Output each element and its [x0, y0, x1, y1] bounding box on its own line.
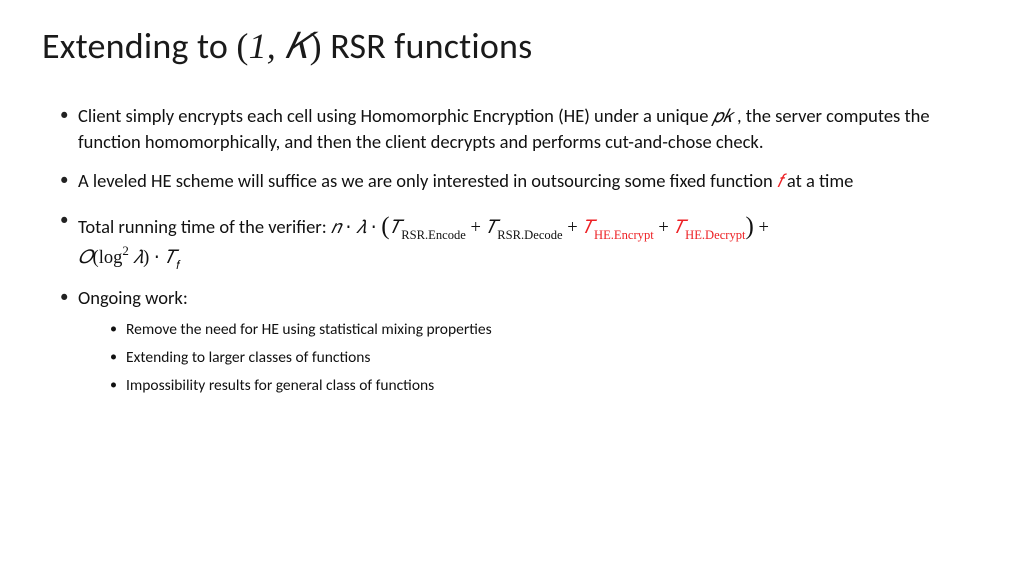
sub-bullet-item: Impossibility results for general class … — [110, 375, 982, 397]
bullet-text: Total running time of the verifier: — [78, 215, 331, 238]
sub-bullet-text: Remove the need for HE using statistical… — [126, 320, 492, 339]
math-T-red: 𝑇 — [582, 218, 594, 238]
paren-close: ) — [746, 213, 754, 240]
bullet-item: Ongoing work: Remove the need for HE usi… — [60, 286, 982, 396]
math-plus: + — [466, 218, 486, 238]
math-plus: + — [563, 218, 583, 238]
title-paren-open: ( — [236, 26, 248, 66]
math-sub: RSR.Encode — [401, 228, 466, 242]
sub-bullet-item: Remove the need for HE using statistical… — [110, 319, 982, 341]
bullet-text: Ongoing work: — [78, 286, 188, 309]
math-sub-red: HE.Decrypt — [685, 228, 745, 242]
math-dot: ⋅ — [149, 248, 164, 268]
sub-bullet-text: Impossibility results for general class … — [126, 376, 434, 395]
math-dot: ⋅ — [341, 218, 356, 238]
title-paren-close: ) — [310, 26, 322, 66]
math-lambda: 𝜆 — [356, 218, 366, 238]
title-math: 1, 𝐾 — [249, 26, 310, 66]
math-dot: ⋅ — [366, 218, 381, 238]
bullet-text: A leveled HE scheme will suffice as we a… — [78, 169, 777, 192]
bullet-item: Client simply encrypts each cell using H… — [60, 104, 982, 155]
title-text-before: Extending to — [42, 24, 236, 68]
math-sub-red: HE.Encrypt — [594, 228, 654, 242]
bullet-text: Client simply encrypts each cell using H… — [78, 104, 713, 127]
math-sub: RSR.Decode — [497, 228, 562, 242]
sub-bullet-text: Extending to larger classes of functions — [126, 348, 370, 367]
math-T-red: 𝑇 — [673, 218, 685, 238]
bullet-item: Total running time of the verifier: 𝑛 ⋅ … — [60, 209, 982, 273]
math-lambda: 𝜆 — [133, 248, 143, 268]
math-sup: 2 — [122, 243, 128, 258]
math-n: 𝑛 — [331, 218, 341, 238]
paren-open: ( — [381, 213, 389, 240]
sub-bullet-list: Remove the need for HE using statistical… — [78, 319, 982, 396]
bullet-list: Client simply encrypts each cell using H… — [42, 104, 982, 396]
sub-bullet-item: Extending to larger classes of functions — [110, 347, 982, 369]
math-sub: 𝑓 — [176, 258, 180, 272]
math-O: 𝑂 — [78, 248, 93, 268]
math-log: log — [99, 248, 123, 268]
math-pk: 𝑝𝑘 — [713, 107, 733, 127]
math-plus: + — [754, 218, 769, 238]
math-plus: + — [654, 218, 674, 238]
math-T: 𝑇 — [390, 218, 402, 238]
bullet-item: A leveled HE scheme will suffice as we a… — [60, 169, 982, 195]
bullet-text: at a time — [783, 169, 854, 192]
title-text-after: RSR functions — [322, 24, 533, 68]
math-T: 𝑇 — [164, 248, 176, 268]
math-T: 𝑇 — [486, 218, 498, 238]
slide-title: Extending to (1, 𝐾) RSR functions — [42, 24, 982, 68]
